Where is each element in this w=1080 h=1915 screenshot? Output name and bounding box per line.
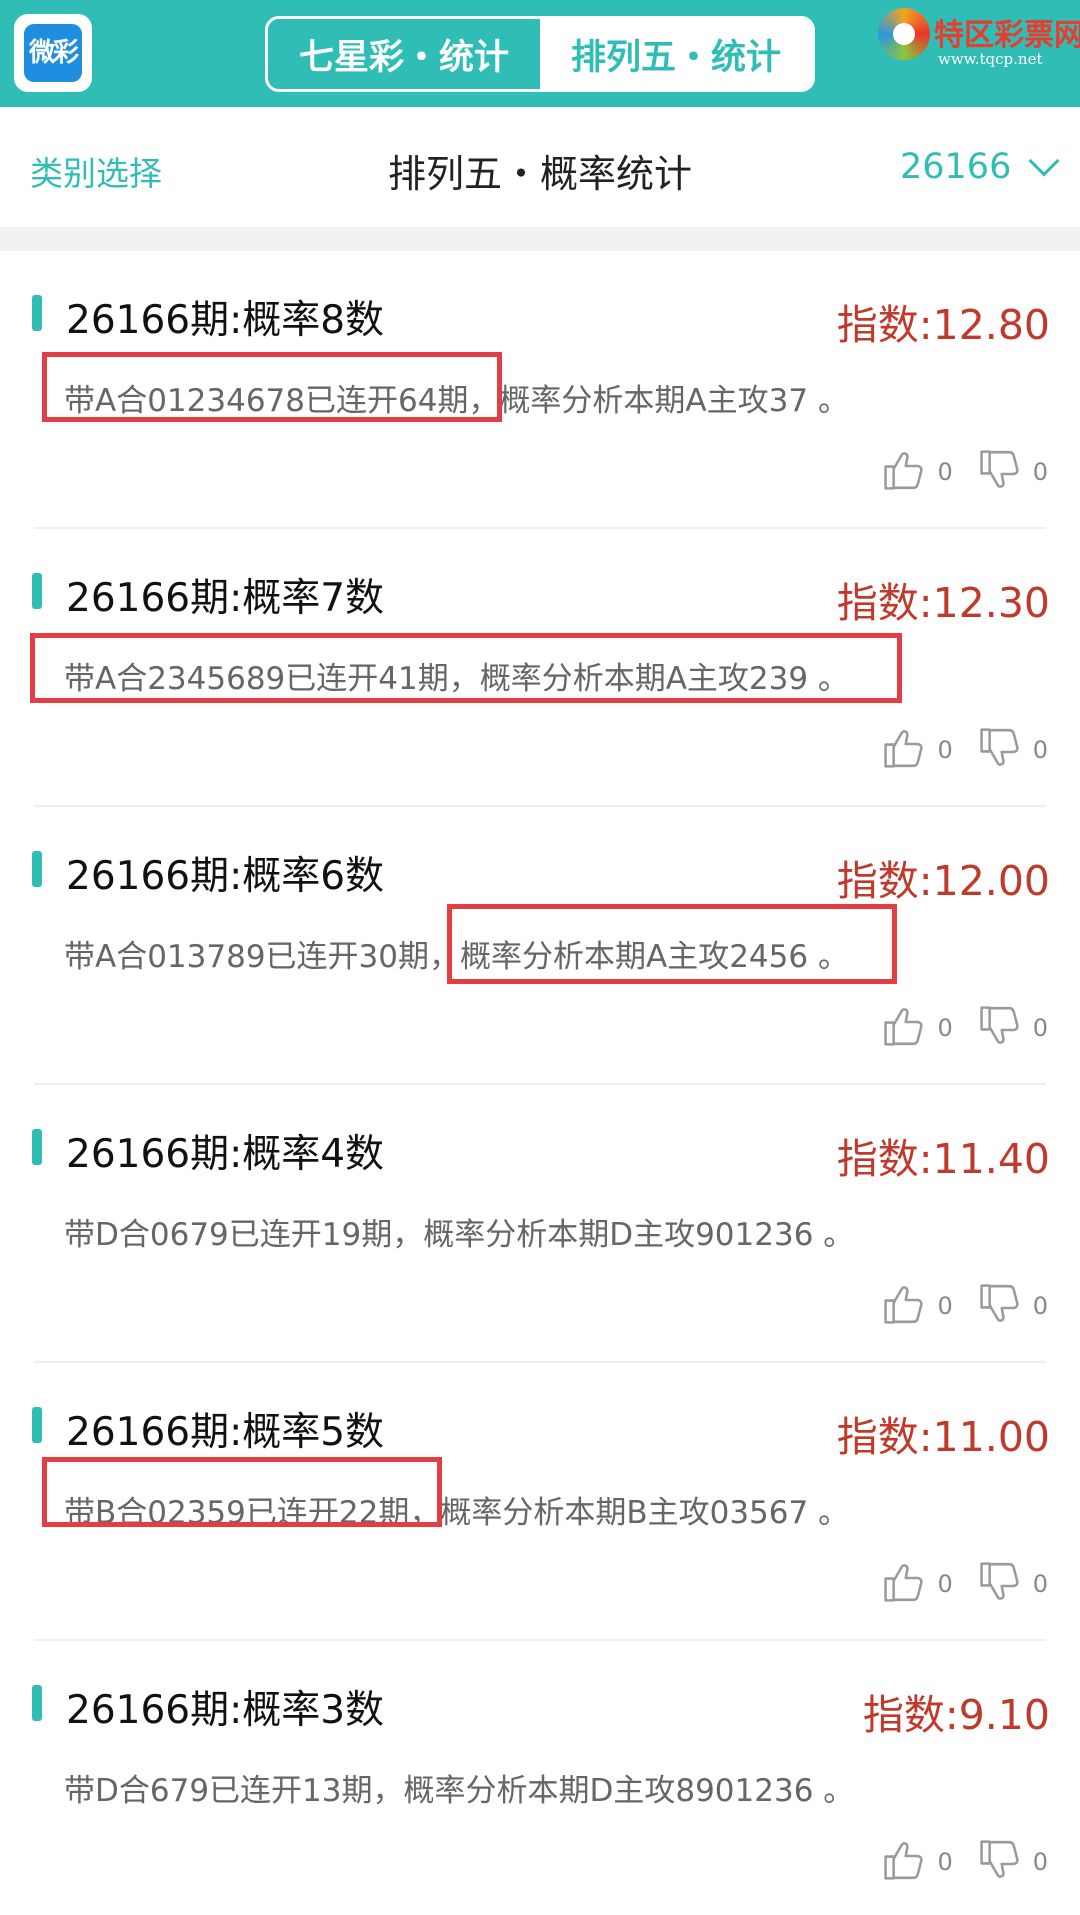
title-accent-bar [32,1685,42,1721]
section-switcher: 七星彩・统计 排列五・统计 [265,16,815,92]
dislike-count: 0 [1032,458,1048,486]
issue-number: 26166 [900,147,1012,187]
card-index-score: 指数:12.00 [836,857,1050,905]
stat-card: 26166期:概率4数 指数:11.40 带D合0679已连开19期，概率分析本… [0,1085,1080,1363]
like-count: 0 [937,1848,953,1876]
stat-card: 26166期:概率6数 指数:12.00 带A合013789已连开30期，概率分… [0,807,1080,1085]
highlight-box [447,904,897,984]
highlight-box [42,1457,442,1527]
vote-bar: 0 0 [857,725,1048,775]
dislike-button[interactable]: 0 [977,725,1048,775]
thumbs-up-icon [881,1837,927,1887]
vote-bar: 0 0 [857,1837,1048,1887]
vote-bar: 0 0 [857,1281,1048,1331]
stats-list: 26166期:概率8数 指数:12.80 带A合01234678已连开64期，概… [0,251,1080,1915]
like-count: 0 [937,458,953,486]
title-accent-bar [32,295,42,331]
thumbs-down-icon [977,1281,1023,1331]
top-bar: 微彩 七星彩・统计 排列五・统计 特区彩票网 www.tqcp.net [0,0,1080,107]
thumbs-up-icon [881,1281,927,1331]
like-button[interactable]: 0 [881,447,953,497]
vote-bar: 0 0 [857,1559,1048,1609]
brand-name: 特区彩票网 [934,18,1080,53]
stat-card: 26166期:概率5数 指数:11.00 带B合02359已连开22期，概率分析… [0,1363,1080,1641]
card-title: 26166期:概率3数 [66,1688,385,1733]
thumbs-up-icon [881,1559,927,1609]
nav-bar: 类别选择 排列五・概率统计 26166 [0,107,1080,227]
highlight-box [30,633,902,703]
vote-bar: 0 0 [857,447,1048,497]
thumbs-up-icon [881,447,927,497]
thumbs-down-icon [977,1559,1023,1609]
card-index-score: 指数:11.00 [836,1413,1050,1461]
like-button[interactable]: 0 [881,725,953,775]
like-count: 0 [937,736,953,764]
tab-qixingcai-stats[interactable]: 七星彩・统计 [268,19,540,89]
card-index-score: 指数:9.10 [862,1691,1050,1739]
card-index-score: 指数:12.30 [836,579,1050,627]
like-button[interactable]: 0 [881,1559,953,1609]
stat-card: 26166期:概率8数 指数:12.80 带A合01234678已连开64期，概… [0,251,1080,529]
dislike-button[interactable]: 0 [977,1837,1048,1887]
thumbs-up-icon [881,1003,927,1053]
card-analysis-text: 带D合679已连开13期，概率分析本期D主攻8901236 。 [64,1773,855,1809]
title-accent-bar [32,1407,42,1443]
issue-dropdown[interactable]: 26166 [900,145,1060,187]
title-accent-bar [32,573,42,609]
card-title: 26166期:概率6数 [66,854,385,899]
section-separator [0,227,1080,251]
dislike-count: 0 [1032,1570,1048,1598]
like-button[interactable]: 0 [881,1003,953,1053]
card-title: 26166期:概率4数 [66,1132,385,1177]
tab-pailiewu-stats[interactable]: 排列五・统计 [540,19,812,89]
title-accent-bar [32,1129,42,1165]
card-title: 26166期:概率7数 [66,576,385,621]
stat-card: 26166期:概率7数 指数:12.30 带A合2345689已连开41期，概率… [0,529,1080,807]
card-title: 26166期:概率5数 [66,1410,385,1455]
thumbs-down-icon [977,1003,1023,1053]
dislike-button[interactable]: 0 [977,1559,1048,1609]
stat-card: 26166期:概率3数 指数:9.10 带D合679已连开13期，概率分析本期D… [0,1641,1080,1915]
dislike-button[interactable]: 0 [977,1281,1048,1331]
like-count: 0 [937,1292,953,1320]
card-index-score: 指数:12.80 [836,301,1050,349]
thumbs-down-icon [977,725,1023,775]
highlight-box [42,352,502,422]
brand-watermark: 特区彩票网 www.tqcp.net [878,8,1080,70]
brand-url: www.tqcp.net [938,50,1043,68]
card-index-score: 指数:11.40 [836,1135,1050,1183]
dislike-count: 0 [1032,1848,1048,1876]
vote-bar: 0 0 [857,1003,1048,1053]
like-count: 0 [937,1570,953,1598]
like-count: 0 [937,1014,953,1042]
dislike-button[interactable]: 0 [977,1003,1048,1053]
card-analysis-text: 带D合0679已连开19期，概率分析本期D主攻901236 。 [64,1217,855,1253]
dislike-count: 0 [1032,736,1048,764]
app-logo[interactable]: 微彩 [14,14,92,92]
dislike-count: 0 [1032,1292,1048,1320]
like-button[interactable]: 0 [881,1281,953,1331]
thumbs-down-icon [977,1837,1023,1887]
thumbs-down-icon [977,447,1023,497]
dislike-count: 0 [1032,1014,1048,1042]
brand-logo-icon [878,8,930,60]
chevron-down-icon [1028,145,1060,177]
app-logo-text: 微彩 [24,24,82,82]
thumbs-up-icon [881,725,927,775]
like-button[interactable]: 0 [881,1837,953,1887]
dislike-button[interactable]: 0 [977,447,1048,497]
title-accent-bar [32,851,42,887]
card-title: 26166期:概率8数 [66,298,385,343]
